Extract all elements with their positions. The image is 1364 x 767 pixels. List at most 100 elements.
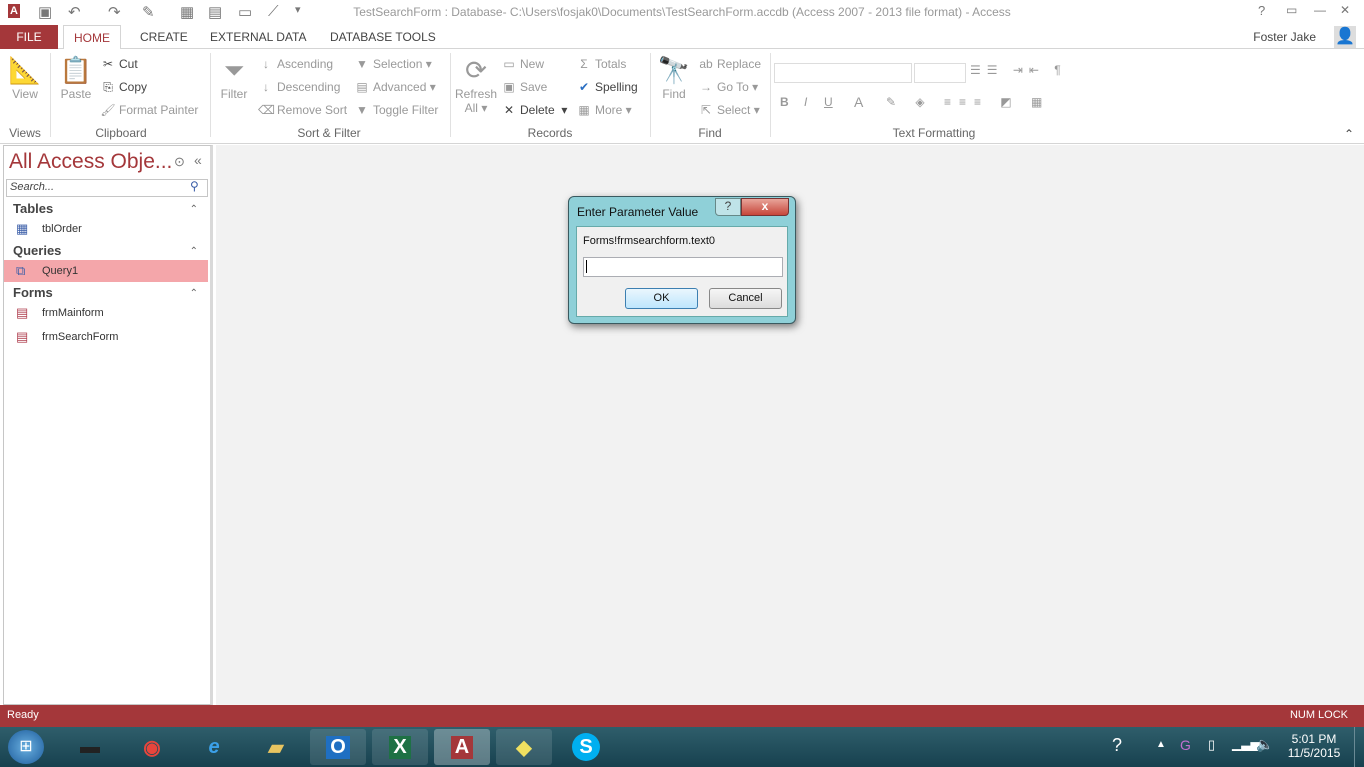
taskbar-access-icon[interactable]: A	[434, 729, 490, 765]
taskbar-media-icon[interactable]: ▬	[62, 729, 118, 765]
save-record-button[interactable]: ▣ Save	[501, 80, 547, 94]
format-icons[interactable]: ✎ ◈ ≡≡≡ ◩ ▦	[886, 95, 1050, 109]
bold-button[interactable]: B	[780, 95, 789, 109]
paste-button[interactable]: 📋 Paste	[56, 53, 96, 101]
toggle-filter-icon: ▼	[356, 103, 368, 117]
navigation-pane: All Access Obje... ⊙ « Search... ⚲ Table…	[3, 145, 213, 705]
more-button[interactable]: ▦ More ▾	[576, 103, 631, 117]
font-color-button[interactable]: A	[854, 94, 863, 110]
format-painter-button[interactable]: 🖌 Format Painter	[100, 103, 198, 117]
dialog-title: Enter Parameter Value	[577, 205, 699, 219]
cancel-button[interactable]: Cancel	[709, 288, 782, 309]
avatar[interactable]: 👤	[1334, 26, 1356, 48]
help-button[interactable]: ?	[715, 198, 741, 216]
taskbar-skype-icon[interactable]: S	[558, 729, 614, 765]
copy-button[interactable]: ⎘ Copy	[100, 80, 147, 95]
advanced-button[interactable]: ▤ Advanced ▾	[354, 80, 435, 94]
replace-button[interactable]: ab Replace	[698, 57, 761, 71]
nav-menu-icon[interactable]: ⊙	[174, 154, 185, 170]
view-button[interactable]: 📐 View	[5, 53, 45, 101]
group-label-clipboard: Clipboard	[95, 126, 147, 140]
save-record-icon: ▣	[503, 80, 515, 94]
table-icon: ▦	[16, 221, 29, 236]
query-icon: ⧉	[16, 263, 26, 278]
remove-sort-button[interactable]: ⌫ Remove Sort	[258, 103, 347, 117]
close-window-icon[interactable]: ✕	[1340, 3, 1350, 17]
select-button[interactable]: ⇱ Select ▾	[698, 103, 760, 117]
taskbar-explorer-icon[interactable]: ▰	[248, 729, 304, 765]
new-record-icon: ▭	[503, 57, 515, 71]
parameter-input[interactable]	[583, 257, 783, 277]
show-desktop-button[interactable]	[1354, 727, 1364, 767]
sort-descending-icon: ↓	[263, 80, 269, 94]
ascending-button[interactable]: ↓ Ascending	[258, 57, 333, 71]
ribbon-display-icon[interactable]: ▭	[1286, 3, 1297, 17]
action-center-icon[interactable]: ?	[1112, 735, 1122, 756]
nav-item-query1[interactable]: ⧉ Query1	[4, 260, 208, 282]
user-name[interactable]: Foster Jake	[1253, 30, 1316, 44]
taskbar-ie-icon[interactable]: e	[186, 729, 242, 765]
delete-button[interactable]: ✕ Delete ▾	[501, 103, 567, 117]
delete-x-icon: ✕	[503, 103, 515, 117]
nav-item-frmmainform[interactable]: ▤ frmMainform	[4, 302, 208, 324]
nav-group-forms[interactable]: Forms	[13, 285, 53, 300]
find-button[interactable]: 🔭 Find	[655, 53, 693, 101]
help-icon[interactable]: ?	[1258, 3, 1265, 18]
group-label-find: Find	[698, 126, 722, 140]
enter-parameter-dialog: Enter Parameter Value ? x Forms!frmsearc…	[568, 196, 796, 324]
taskbar-chrome-icon[interactable]: ◉	[124, 729, 180, 765]
goto-button[interactable]: → Go To ▾	[698, 80, 758, 94]
minimize-icon[interactable]: —	[1314, 3, 1326, 17]
taskbar-excel-icon[interactable]: X	[372, 729, 428, 765]
new-record-button[interactable]: ▭ New	[501, 57, 544, 71]
cut-button[interactable]: ✂ Cut	[100, 57, 138, 71]
close-button[interactable]: x	[741, 198, 789, 216]
collapse-pane-icon[interactable]: «	[194, 152, 202, 168]
selection-button[interactable]: ▼ Selection ▾	[354, 57, 432, 71]
italic-button[interactable]: I	[804, 95, 807, 109]
tab-external-data[interactable]: EXTERNAL DATA	[200, 25, 316, 49]
nav-search-input[interactable]: Search...	[6, 179, 208, 197]
clock[interactable]: 5:01 PM 11/5/2015	[1284, 732, 1344, 760]
refresh-icon: ⟳	[465, 55, 487, 85]
taskbar-outlook-icon[interactable]: O	[310, 729, 366, 765]
list-indent-icons[interactable]: ☰☰ ⇥⇤ ¶	[970, 63, 1067, 77]
font-size-dropdown[interactable]	[914, 63, 966, 83]
tab-database-tools[interactable]: DATABASE TOOLS	[320, 25, 446, 49]
window-title: TestSearchForm : Database- C:\Users\fosj…	[353, 5, 1011, 19]
collapse-ribbon-icon[interactable]: ⌃	[1344, 127, 1354, 141]
spelling-button[interactable]: ✔ Spelling	[576, 80, 638, 94]
tab-create[interactable]: CREATE	[130, 25, 198, 49]
clock-time: 5:01 PM	[1291, 732, 1337, 746]
show-hidden-icons[interactable]: ▲	[1156, 739, 1166, 750]
refresh-all-button[interactable]: ⟳ Refresh All ▾	[455, 53, 497, 115]
power-icon[interactable]: ▯	[1208, 737, 1215, 753]
dialog-body: Forms!frmsearchform.text0 OK Cancel	[576, 226, 788, 317]
nav-item-frmsearchform[interactable]: ▤ frmSearchForm	[4, 326, 208, 348]
nav-item-tblorder[interactable]: ▦ tblOrder	[4, 218, 208, 240]
font-name-dropdown[interactable]	[774, 63, 912, 83]
nav-group-queries[interactable]: Queries	[13, 243, 61, 258]
search-icon[interactable]: ⚲	[190, 179, 199, 193]
underline-button[interactable]: U	[824, 95, 833, 109]
start-button[interactable]: ⊞	[8, 730, 44, 764]
ribbon: 📐 View Views 📋 Paste ✂ Cut ⎘ Copy 🖌 Format Pa…	[0, 49, 1364, 144]
ok-button[interactable]: OK	[625, 288, 698, 309]
descending-button[interactable]: ↓ Descending	[258, 80, 340, 94]
clock-date: 11/5/2015	[1287, 746, 1341, 760]
form-icon: ▤	[16, 305, 29, 320]
totals-button[interactable]: Σ Totals	[576, 57, 626, 71]
volume-icon[interactable]: 🔈	[1256, 736, 1273, 753]
status-text: Ready	[7, 709, 39, 721]
nav-group-tables[interactable]: Tables	[13, 201, 53, 216]
tab-home[interactable]: HOME	[63, 25, 121, 50]
title-bar: A ▣ ↶ ↷ ✎ ▦ ▤ ▭ ⟋ ▾ TestSearchForm : Dat…	[0, 0, 1364, 25]
toggle-filter-button[interactable]: ▼ Toggle Filter	[354, 103, 438, 117]
form-icon: ▤	[16, 329, 29, 344]
nav-pane-title[interactable]: All Access Obje...	[9, 150, 172, 174]
tab-file[interactable]: FILE	[0, 25, 58, 49]
filter-button[interactable]: ⏷ Filter	[214, 53, 254, 101]
paste-icon: 📋	[59, 55, 93, 85]
taskbar-sticky-notes-icon[interactable]: ◆	[496, 729, 552, 765]
tray-app-icon[interactable]: G	[1180, 737, 1191, 753]
